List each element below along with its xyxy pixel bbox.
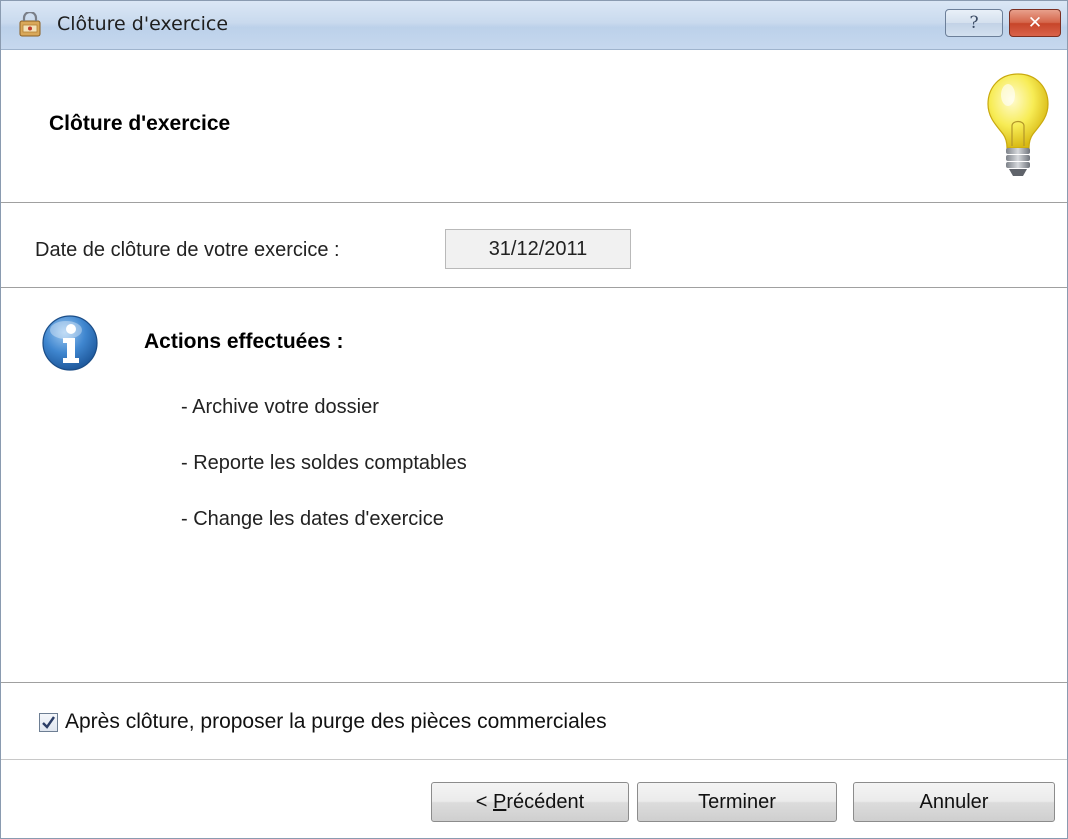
help-icon: ? bbox=[969, 13, 979, 33]
previous-button-mnemonic: P bbox=[493, 791, 507, 813]
info-icon bbox=[41, 314, 99, 372]
dialog-window: Clôture d'exercice ? ✕ Clôture d'exercic… bbox=[0, 0, 1068, 839]
window-title: Clôture d'exercice bbox=[57, 13, 229, 35]
close-button[interactable]: ✕ bbox=[1009, 9, 1061, 37]
close-icon: ✕ bbox=[1027, 13, 1043, 33]
finish-button[interactable]: Terminer bbox=[637, 782, 837, 822]
page-title: Clôture d'exercice bbox=[49, 112, 231, 135]
checkmark-icon bbox=[42, 716, 55, 729]
action-item-balances: - Reporte les soldes comptables bbox=[181, 452, 467, 474]
purge-checkbox[interactable] bbox=[39, 713, 58, 732]
lightbulb-icon bbox=[983, 70, 1053, 182]
actions-title: Actions effectuées : bbox=[144, 330, 344, 353]
action-item-dates: - Change les dates d'exercice bbox=[181, 508, 444, 530]
title-bar[interactable]: Clôture d'exercice ? ✕ bbox=[1, 1, 1067, 50]
cancel-button[interactable]: Annuler bbox=[853, 782, 1055, 822]
actions-info-section: Actions effectuées : - Archive votre dos… bbox=[1, 288, 1067, 683]
options-section: Après clôture, proposer la purge des piè… bbox=[1, 683, 1067, 760]
closing-date-field: 31/12/2011 bbox=[445, 229, 631, 269]
help-button[interactable]: ? bbox=[945, 9, 1003, 37]
action-item-archive: - Archive votre dossier bbox=[181, 396, 379, 418]
previous-button-rest: récédent bbox=[506, 791, 585, 813]
accounting-lock-icon bbox=[17, 10, 43, 38]
wizard-header: Clôture d'exercice bbox=[1, 50, 1067, 203]
purge-checkbox-label[interactable]: Après clôture, proposer la purge des piè… bbox=[65, 710, 607, 734]
previous-button[interactable]: < Précédent bbox=[431, 782, 629, 822]
wizard-footer: < Précédent Terminer Annuler bbox=[1, 760, 1067, 838]
previous-button-prefix: < bbox=[475, 791, 494, 813]
closing-date-section: Date de clôture de votre exercice : 31/1… bbox=[1, 203, 1067, 288]
closing-date-label: Date de clôture de votre exercice : bbox=[35, 239, 340, 261]
